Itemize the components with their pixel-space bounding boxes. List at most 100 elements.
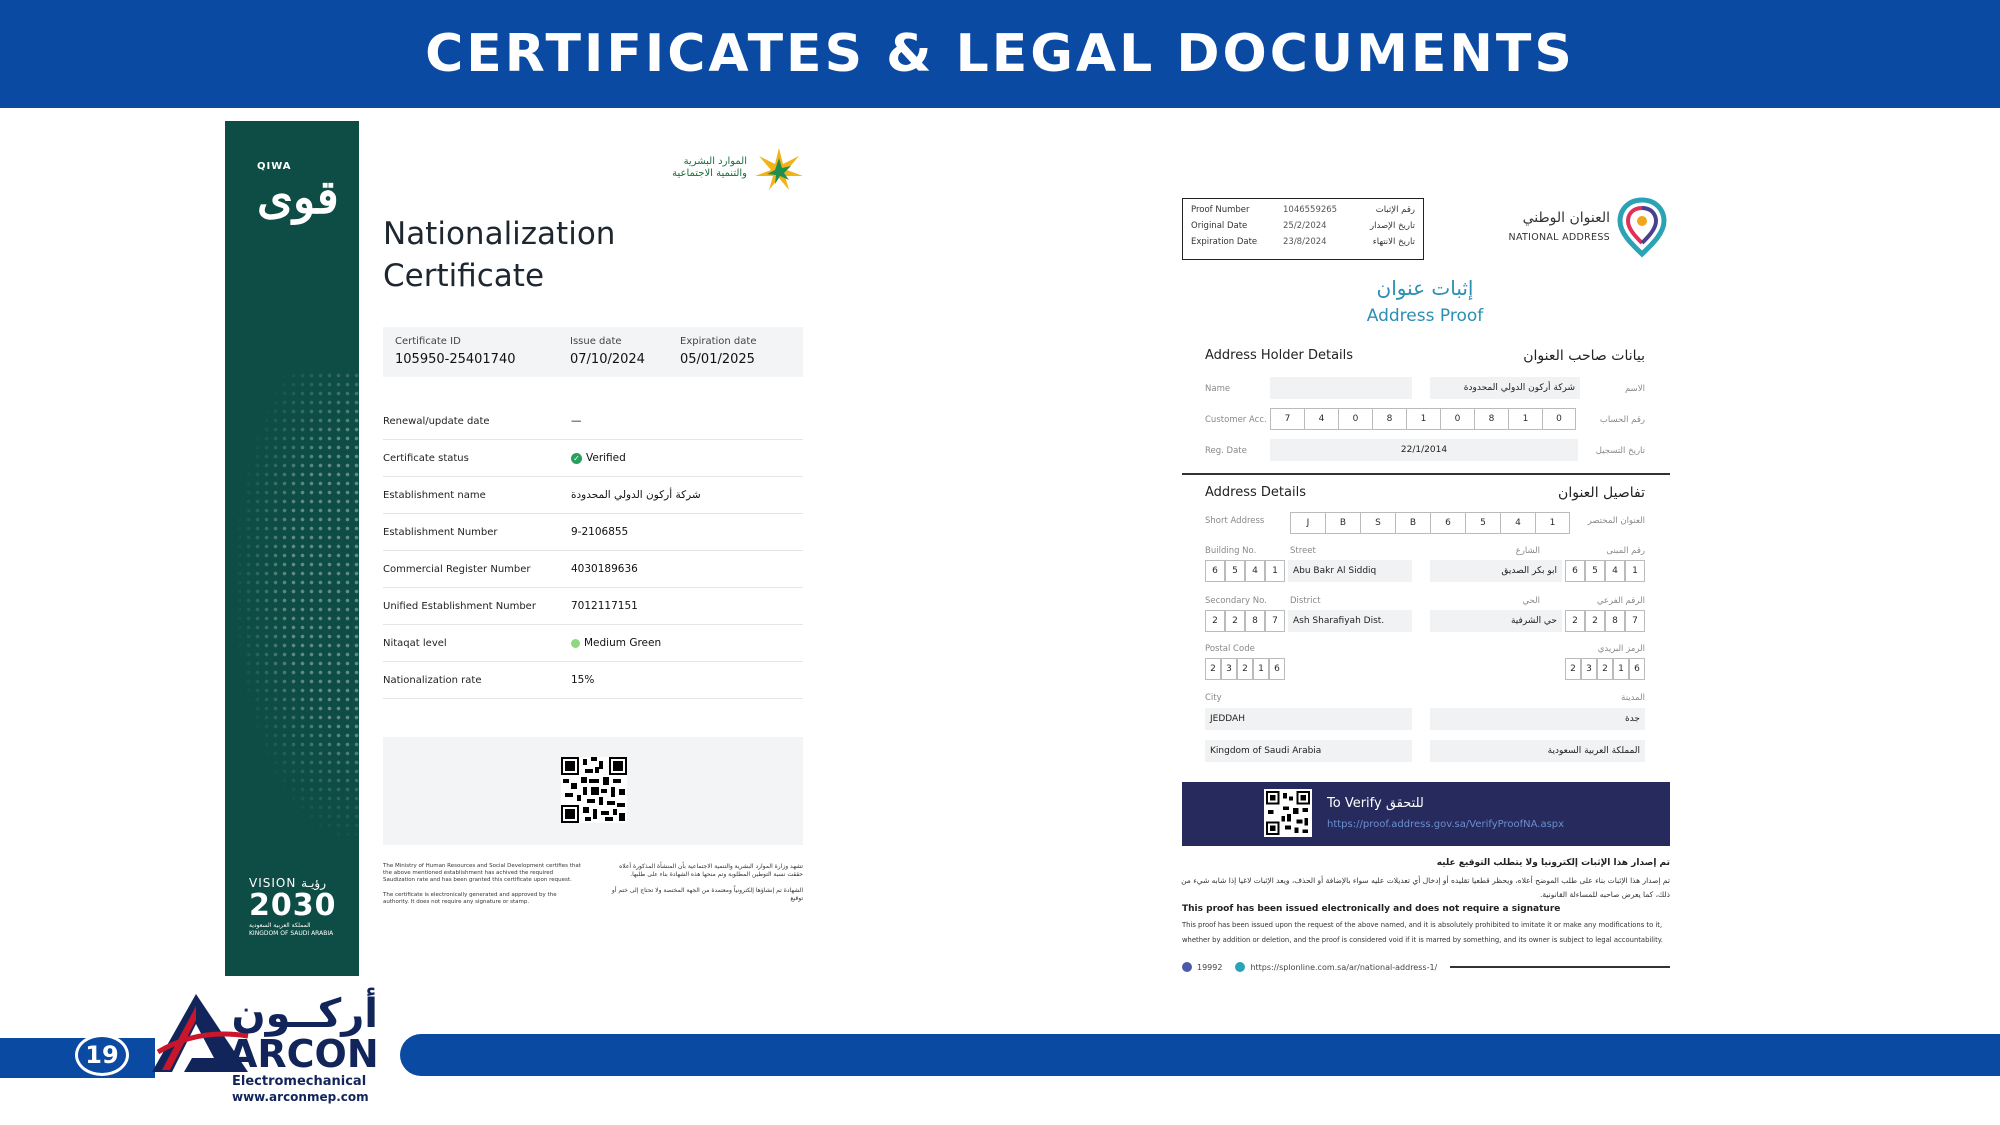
qiwa-side-strip: QIWA قوى VISION رؤيـة 2030 المملكة العرب… xyxy=(225,121,359,976)
short-address-cell: B xyxy=(1325,512,1360,534)
note-body-ar: تم إصدار هذا الإثبات بناء على طلب الموضح… xyxy=(1181,876,1670,899)
digit-cell: 5 xyxy=(1225,560,1245,582)
ministry-logo-text: الموارد البشرية والتنمية الاجتماعية xyxy=(665,156,747,180)
status-text: Verified xyxy=(586,452,626,464)
green-dot-icon xyxy=(571,638,580,648)
digit-cell: 6 xyxy=(1205,560,1225,582)
footer-bar-right xyxy=(400,1034,2000,1076)
short-address-cell: B xyxy=(1395,512,1430,534)
holder-section-header: Address Holder Details بيانات صاحب العنو… xyxy=(1205,348,1645,368)
proof-label-ar: تاريخ الإصدار xyxy=(1370,221,1415,231)
detail-row: Commercial Register Number 4030189636 xyxy=(383,551,803,588)
short-address-label: Short Address xyxy=(1205,516,1265,526)
short-address-cells: J B S B 6 5 4 1 xyxy=(1290,512,1570,534)
note-heading-ar: تم إصدار هذا الإثبات إلكترونيا ولا يتطلب… xyxy=(1436,858,1670,868)
digit-cell: 8 xyxy=(1245,610,1265,632)
digit-cell: 7 xyxy=(1270,408,1304,430)
issue-date-field: Issue date 07/10/2024 xyxy=(570,336,645,367)
section-title-en: Address Details xyxy=(1205,485,1306,500)
building-cells-ar: 6 5 4 1 xyxy=(1565,560,1645,582)
building-label: Building No. xyxy=(1205,546,1257,556)
building-label-ar: رقم المبنى xyxy=(1606,546,1645,556)
phone-icon xyxy=(1182,962,1192,972)
district-label-ar: الحي xyxy=(1522,596,1540,606)
proof-value: 23/8/2024 xyxy=(1283,237,1327,247)
field-label: Certificate ID xyxy=(395,336,461,347)
arcon-logo: أركــون ARCON Electromechanical www.arco… xyxy=(148,992,379,1110)
short-address-cell: 5 xyxy=(1465,512,1500,534)
detail-value: شركة أركون الدولي المحدودة xyxy=(571,489,701,501)
district-field: Ash Sharafiyah Dist. xyxy=(1288,610,1412,632)
short-address-label-ar: العنوان المختصر xyxy=(1587,516,1645,526)
customer-acc-label-ar: رقم الحساب xyxy=(1599,415,1645,425)
digit-cell: 1 xyxy=(1406,408,1440,430)
street-label-ar: الشارع xyxy=(1515,546,1540,556)
detail-value: 7012117151 xyxy=(571,600,638,612)
short-address-cell: 6 xyxy=(1430,512,1465,534)
footer-note-en: The Ministry of Human Resources and Soci… xyxy=(383,863,583,914)
digit-cell: 2 xyxy=(1565,610,1585,632)
page-title: CERTIFICATES & LEGAL DOCUMENTS xyxy=(425,24,1575,84)
proof-label-en: Expiration Date xyxy=(1191,237,1258,247)
city-label: City xyxy=(1205,693,1222,703)
secondary-label-ar: الرقم الفرعي xyxy=(1596,596,1645,606)
proof-row: Original Date 25/2/2024 تاريخ الإصدار xyxy=(1191,221,1415,237)
name-label: Name xyxy=(1205,384,1231,394)
proof-label-ar: تاريخ الانتهاء xyxy=(1372,237,1415,247)
ministry-logo: الموارد البشرية والتنمية الاجتماعية xyxy=(665,146,805,192)
footer-note-ar-1: تشهد وزارة الموارد البشرية والتنمية الاج… xyxy=(619,863,803,878)
country-field: Kingdom of Saudi Arabia xyxy=(1205,740,1412,762)
digit-cell: 5 xyxy=(1585,560,1605,582)
field-value: 105950-25401740 xyxy=(395,352,516,367)
vision-sub-ar: المملكة العربية السعودية xyxy=(249,922,311,929)
ministry-logo-line2: والتنمية الاجتماعية xyxy=(672,168,747,179)
country-field-ar: المملكة العربية السعودية xyxy=(1430,740,1645,762)
detail-label: Establishment Number xyxy=(383,527,498,538)
digit-cell: 1 xyxy=(1508,408,1542,430)
secondary-cells-ar: 2 2 8 7 xyxy=(1565,610,1645,632)
detail-value: 9-2106855 xyxy=(571,526,629,538)
section-title-ar: تفاصيل العنوان xyxy=(1558,485,1645,501)
vision-2030-logo: VISION رؤيـة 2030 المملكة العربية السعود… xyxy=(249,876,339,938)
name-label-ar: الاسم xyxy=(1625,384,1645,394)
digit-cell: 1 xyxy=(1265,560,1285,582)
proof-label-ar: رقم الإثبات xyxy=(1375,205,1415,215)
detail-row: Nitaqat level Medium Green xyxy=(383,625,803,662)
detail-row: Establishment Number 9-2106855 xyxy=(383,514,803,551)
digit-cell: 6 xyxy=(1269,658,1285,680)
brand-subtitle: Electromechanical xyxy=(232,1074,367,1089)
proof-value: 25/2/2024 xyxy=(1283,221,1327,231)
field-value: 07/10/2024 xyxy=(570,352,645,367)
digit-cell: 2 xyxy=(1205,610,1225,632)
note-heading-en: This proof has been issued electronicall… xyxy=(1182,904,1561,914)
verify-qr-code-icon[interactable] xyxy=(1264,789,1312,837)
city-field-ar: جدة xyxy=(1430,708,1645,730)
qr-code-icon[interactable] xyxy=(561,757,627,823)
detail-label: Nationalization rate xyxy=(383,675,482,686)
name-field-empty xyxy=(1270,377,1412,399)
certificate-title-line1: Nationalization xyxy=(383,216,616,252)
digit-cell: 0 xyxy=(1542,408,1576,430)
footer-note-en-2: The certificate is electronically genera… xyxy=(383,892,557,905)
qr-code-panel xyxy=(383,737,803,845)
footer-link[interactable]: https://splonline.com.sa/ar/national-add… xyxy=(1250,963,1437,972)
proof-label-en: Proof Number xyxy=(1191,205,1250,215)
secondary-cells: 2 2 8 7 xyxy=(1205,610,1285,632)
digit-cell: 6 xyxy=(1629,658,1645,680)
detail-row: Nationalization rate 15% xyxy=(383,662,803,699)
certificate-details: Renewal/update date — Certificate status… xyxy=(383,403,803,699)
certificate-title-line2: Certificate xyxy=(383,258,545,294)
ministry-star-icon xyxy=(755,148,803,190)
certificate-title: Nationalization Certificate xyxy=(383,213,615,297)
national-address-logo-ar: العنوان الوطني xyxy=(1522,210,1610,226)
expiration-date-field: Expiration date 05/01/2025 xyxy=(680,336,756,367)
proof-label-en: Original Date xyxy=(1191,221,1248,231)
footer-line xyxy=(1450,966,1670,968)
verify-link[interactable]: https://proof.address.gov.sa/VerifyProof… xyxy=(1327,819,1564,830)
district-label: District xyxy=(1290,596,1321,606)
nitaqat-badge: Medium Green xyxy=(571,637,661,649)
street-label: Street xyxy=(1290,546,1316,556)
name-field: شركة أركون الدولي المحدودة xyxy=(1430,377,1580,399)
certificate-id-box: Certificate ID 105950-25401740 Issue dat… xyxy=(383,327,803,377)
nitaqat-text: Medium Green xyxy=(584,637,662,649)
